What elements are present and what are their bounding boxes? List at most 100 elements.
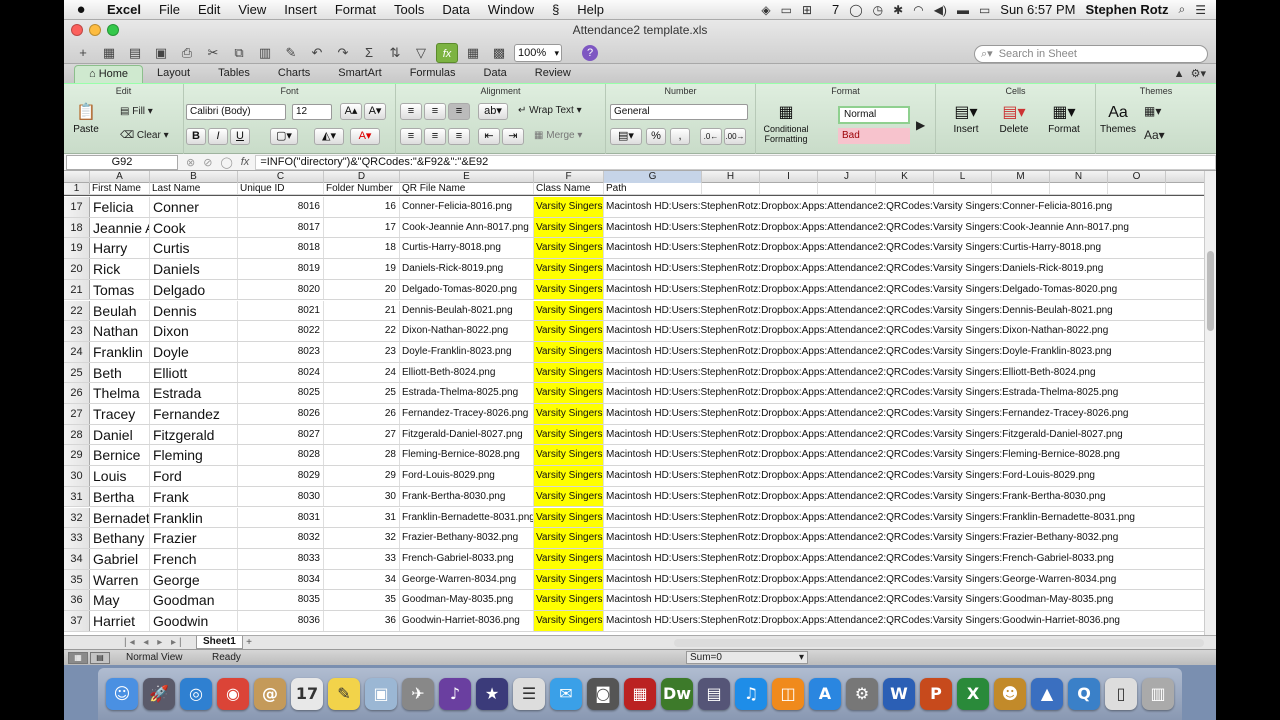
theme-colors-icon[interactable]: ▦▾	[1144, 104, 1161, 118]
cell-first-name[interactable]: Harriet	[90, 611, 150, 631]
empty-cell[interactable]	[818, 183, 876, 194]
ibooks-icon[interactable]: ◫	[772, 678, 804, 710]
cell-folder[interactable]: 34	[324, 569, 400, 590]
cell-id[interactable]: 8021	[238, 300, 324, 321]
cell-class[interactable]: Varsity Singers	[534, 383, 604, 403]
cell-last-name[interactable]: Conner	[150, 197, 238, 217]
keynote-icon[interactable]: ▲	[1031, 678, 1063, 710]
menu-insert[interactable]: Insert	[275, 2, 326, 17]
cell-id[interactable]: 8029	[238, 466, 324, 486]
empty-cell[interactable]	[992, 183, 1050, 194]
cell-last-name[interactable]: Estrada	[150, 383, 238, 403]
cell-first-name[interactable]: Felicia	[90, 197, 150, 217]
cell-first-name[interactable]: Daniel	[90, 424, 150, 445]
reminders-icon[interactable]: ☰	[513, 678, 545, 710]
cell-folder[interactable]: 19	[324, 259, 400, 279]
cell-last-name[interactable]: Goodman	[150, 590, 238, 610]
cell-first-name[interactable]: Gabriel	[90, 548, 150, 569]
volume-icon[interactable]: ◀)	[934, 3, 947, 17]
cell-id[interactable]: 8019	[238, 259, 324, 279]
apple-menu-icon[interactable]: ●	[64, 1, 98, 18]
align-center-icon[interactable]: ≡	[424, 128, 446, 145]
column-header-a[interactable]: A	[90, 171, 150, 183]
cell-folder[interactable]: 27	[324, 424, 400, 445]
dropbox-icon[interactable]: ◈	[761, 3, 770, 17]
header-cell[interactable]: Last Name	[150, 183, 238, 194]
cell-path[interactable]: Macintosh HD:Users:StephenRotz:Dropbox:A…	[604, 549, 1144, 569]
tab-tables[interactable]: Tables	[204, 65, 264, 83]
column-header-o[interactable]: O	[1108, 171, 1166, 183]
cell-id[interactable]: 8017	[238, 217, 324, 238]
underline-icon[interactable]: U	[230, 128, 250, 145]
toolbox-icon[interactable]: ▦	[462, 43, 484, 63]
contacts-icon[interactable]: @	[254, 678, 286, 710]
column-header-f[interactable]: F	[534, 171, 604, 183]
normal-view-icon[interactable]: ▦	[68, 652, 88, 664]
cell-first-name[interactable]: Harry	[90, 238, 150, 259]
theme-fonts-icon[interactable]: Aa▾	[1144, 128, 1165, 142]
cell-id[interactable]: 8027	[238, 424, 324, 445]
cell-class[interactable]: Varsity Singers	[534, 217, 604, 238]
dreamweaver-icon[interactable]: Dw	[661, 678, 693, 710]
finder-icon[interactable]: ☺	[106, 678, 138, 710]
quicktime-icon[interactable]: Q	[1068, 678, 1100, 710]
cell-folder[interactable]: 24	[324, 362, 400, 383]
cell-path[interactable]: Macintosh HD:Users:StephenRotz:Dropbox:A…	[604, 321, 1144, 341]
music-icon[interactable]: ♪	[439, 678, 471, 710]
cell-file[interactable]: Dennis-Beulah-8021.png	[400, 300, 534, 321]
vertical-scrollbar[interactable]	[1204, 171, 1216, 635]
italic-icon[interactable]: I	[208, 128, 228, 145]
fill-color-icon[interactable]: ◭▾	[314, 128, 344, 145]
row-header[interactable]: 19	[64, 238, 90, 259]
empty-cell[interactable]	[1108, 183, 1166, 194]
cell-id[interactable]: 8034	[238, 569, 324, 590]
style-normal[interactable]: Normal	[838, 106, 910, 124]
cell-id[interactable]: 8033	[238, 548, 324, 569]
column-header-d[interactable]: D	[324, 171, 400, 183]
cell-first-name[interactable]: May	[90, 590, 150, 610]
messages-icon[interactable]: ✉	[550, 678, 582, 710]
cell-file[interactable]: Doyle-Franklin-8023.png	[400, 341, 534, 362]
cell-path[interactable]: Macintosh HD:Users:StephenRotz:Dropbox:A…	[604, 259, 1144, 279]
row-header[interactable]: 35	[64, 569, 90, 590]
app-store-icon[interactable]: A	[809, 678, 841, 710]
cell-first-name[interactable]: Beth	[90, 362, 150, 383]
empty-cell[interactable]	[1050, 183, 1108, 194]
cell-class[interactable]: Varsity Singers	[534, 548, 604, 569]
powerpoint-icon[interactable]: P	[920, 678, 952, 710]
cell-file[interactable]: Conner-Felicia-8016.png	[400, 197, 534, 217]
cell-path[interactable]: Macintosh HD:Users:StephenRotz:Dropbox:A…	[604, 528, 1144, 548]
cell-file[interactable]: Cook-Jeannie Ann-8017.png	[400, 217, 534, 238]
cell-path[interactable]: Macintosh HD:Users:StephenRotz:Dropbox:A…	[604, 342, 1144, 362]
adobe-icon[interactable]: ⊞	[802, 3, 812, 17]
cell-folder[interactable]: 21	[324, 300, 400, 321]
cell-last-name[interactable]: Delgado	[150, 279, 238, 300]
wifi-icon[interactable]: ◠	[913, 3, 923, 17]
header-cell[interactable]: First Name	[90, 183, 150, 194]
cell-file[interactable]: Goodman-May-8035.png	[400, 590, 534, 610]
formula-input[interactable]: =INFO("directory")&"QRCodes:"&F92&":"&E9…	[255, 154, 1216, 170]
decrease-decimal-icon[interactable]: .00→	[724, 128, 746, 145]
worker-icon[interactable]: ☻	[994, 678, 1026, 710]
cell-id[interactable]: 8036	[238, 611, 324, 631]
cut-icon[interactable]: ✂	[202, 43, 224, 63]
cell-last-name[interactable]: Fernandez	[150, 404, 238, 424]
cell-file[interactable]: Estrada-Thelma-8025.png	[400, 383, 534, 403]
align-left-icon[interactable]: ≡	[400, 128, 422, 145]
cell-folder[interactable]: 26	[324, 404, 400, 424]
redo-icon[interactable]: ↷	[332, 43, 354, 63]
cell-file[interactable]: Dixon-Nathan-8022.png	[400, 321, 534, 341]
cell-first-name[interactable]: Bethany	[90, 528, 150, 548]
cell-class[interactable]: Varsity Singers	[534, 341, 604, 362]
align-bottom-icon[interactable]: ≡	[448, 103, 470, 120]
cell-folder[interactable]: 25	[324, 383, 400, 403]
bold-icon[interactable]: B	[186, 128, 206, 145]
cell-id[interactable]: 8026	[238, 404, 324, 424]
empty-cell[interactable]	[934, 183, 992, 194]
row-header[interactable]: 18	[64, 217, 90, 238]
font-size-select[interactable]: 12	[292, 104, 332, 120]
cell-folder[interactable]: 30	[324, 486, 400, 507]
cell-id[interactable]: 8035	[238, 590, 324, 610]
cell-id[interactable]: 8024	[238, 362, 324, 383]
cell-path[interactable]: Macintosh HD:Users:StephenRotz:Dropbox:A…	[604, 466, 1144, 486]
